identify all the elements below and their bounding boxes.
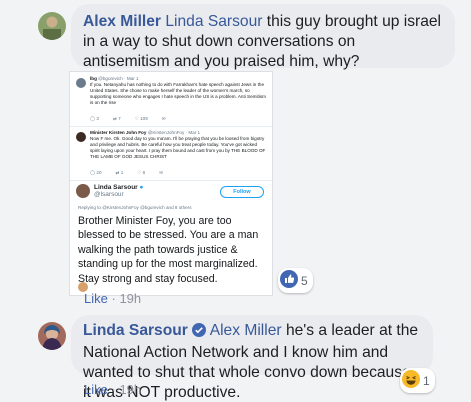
reaction-badge[interactable]: 5: [278, 268, 313, 293]
like-thumb-icon: [280, 270, 298, 291]
heart-icon: ♡ 109: [134, 116, 148, 121]
timestamp[interactable]: 19h: [119, 382, 141, 397]
tweet-author: Minister Kirsten John Foy: [90, 130, 147, 135]
reply-icon: ◯ 20: [90, 170, 102, 175]
comment-meta: Like · 19h: [84, 291, 141, 306]
reaction-count: 1: [423, 373, 430, 388]
comment-text: Alex Miller Linda Sarsour this guy broug…: [83, 12, 443, 72]
comment-mention[interactable]: Alex Miller: [210, 322, 282, 339]
comment-bubble: Alex Miller Linda Sarsour this guy broug…: [71, 4, 455, 70]
tweet-handle: @lsarsour: [94, 191, 124, 198]
tweet-actions: ◯ 3 ⇄ 7 ♡ 109 ✉: [90, 116, 166, 122]
reply-author-block: Linda Sarsour ● @lsarsour: [94, 184, 143, 198]
reply-icon: ◯ 3: [90, 116, 99, 121]
tweet-avatar: [76, 132, 86, 142]
comment-bubble: Linda Sarsour Alex Miller he's a leader …: [71, 315, 433, 401]
timestamp[interactable]: 19h: [119, 291, 141, 306]
tweet-handle: @bgurevich · Mar 1: [98, 76, 139, 81]
retweet-icon: ⇄ 1: [115, 170, 124, 175]
attached-image[interactable]: lbg @bgurevich · Mar 1 If you. Netanyahu…: [69, 71, 273, 296]
meta-dot: ·: [111, 382, 116, 397]
tweet-avatar: [76, 184, 90, 198]
reply-tweet-text: Brother Minister Foy, you are too blesse…: [78, 215, 259, 285]
avatar[interactable]: [38, 12, 66, 40]
tweet-author: lbg: [90, 76, 97, 81]
comment-meta: Like · 19h: [84, 382, 141, 397]
heart-icon: ♡ 6: [137, 170, 146, 175]
reaction-badge[interactable]: 1: [400, 368, 435, 393]
follow-button: Follow: [220, 186, 264, 198]
comment-author[interactable]: Alex Miller: [83, 13, 161, 30]
like-link[interactable]: Like: [84, 382, 108, 397]
avatar[interactable]: [38, 322, 66, 350]
tweet-author: Linda Sarsour: [94, 184, 138, 191]
meta-dot: ·: [111, 291, 116, 306]
haha-emoji-icon: [402, 370, 420, 391]
like-link[interactable]: Like: [84, 291, 108, 306]
tweet-text: If you. Netanyahu has nothing to do with…: [90, 82, 266, 105]
tweet-handle: @KirstenJohnFoy · Mar 1: [147, 130, 201, 135]
comment-mention[interactable]: Linda Sarsour: [165, 13, 262, 30]
tweet-text: Now F me. Ok. Good day to you ma'am. I'l…: [90, 136, 266, 159]
dm-icon: ✉: [159, 170, 164, 175]
verified-icon: [192, 323, 207, 343]
replying-to: Replying to @KirstenJohnFoy @bgurevich a…: [78, 205, 192, 210]
verified-icon: ●: [139, 184, 144, 191]
tweet-2: Minister Kirsten John Foy @KirstenJohnFo…: [90, 130, 268, 160]
tweet-1: lbg @bgurevich · Mar 1 If you. Netanyahu…: [90, 76, 268, 106]
tweet-actions: ◯ 20 ⇄ 1 ♡ 6 ✉: [90, 170, 163, 176]
dm-icon: ✉: [161, 116, 166, 121]
reaction-count: 5: [301, 273, 308, 288]
tweet-avatar: [76, 78, 86, 88]
comment-author[interactable]: Linda Sarsour: [83, 322, 188, 339]
retweet-icon: ⇄ 7: [112, 116, 121, 121]
